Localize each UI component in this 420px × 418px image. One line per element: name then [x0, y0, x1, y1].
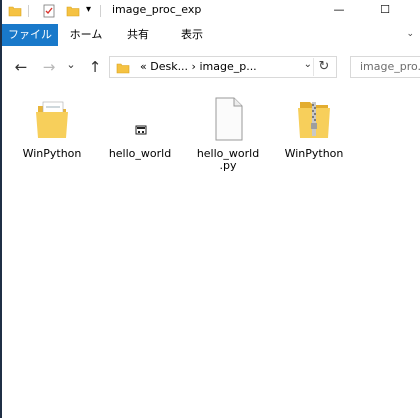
back-button[interactable]: ← — [12, 58, 30, 76]
file-name: hello_world — [108, 147, 172, 160]
file-item-hello-world-py[interactable]: hello_world .py — [186, 96, 270, 172]
quick-access-dropdown-icon[interactable]: ▾ — [86, 4, 91, 15]
ribbon-expand-icon[interactable]: ⌄ — [406, 29, 414, 39]
file-extension: .py — [219, 159, 237, 172]
forward-button[interactable]: → — [40, 58, 58, 76]
divider — [100, 5, 101, 17]
folder-icon — [116, 60, 130, 79]
blank-file-icon — [210, 96, 246, 142]
tab-view[interactable]: 表示 — [168, 24, 216, 46]
divider — [28, 5, 29, 17]
new-folder-icon[interactable] — [66, 3, 80, 22]
tab-file[interactable]: ファイル — [2, 24, 58, 46]
navigation-bar: ← → ⌄ ↑ « Desk... › image_p... ⌄ ↻ image… — [2, 52, 420, 82]
recent-locations-icon[interactable]: ⌄ — [62, 56, 80, 74]
tab-home[interactable]: ホーム — [62, 24, 110, 46]
tab-share[interactable]: 共有 — [116, 24, 160, 46]
maximize-button[interactable]: ☐ — [362, 0, 408, 22]
minimize-button[interactable]: — — [316, 0, 362, 22]
file-item-hello-world-exe[interactable]: hello_world — [98, 96, 182, 160]
folder-open-document-icon — [34, 96, 70, 142]
search-input[interactable]: image_pro... — [360, 60, 420, 73]
address-dropdown-icon[interactable]: ⌄ — [304, 59, 312, 70]
file-item-winpython-zip[interactable]: WinPython — [272, 96, 356, 160]
refresh-button[interactable]: ↻ — [313, 58, 334, 76]
up-button[interactable]: ↑ — [86, 58, 104, 76]
file-list: WinPython hello_world hello_world .py Wi… — [2, 88, 420, 418]
window-title: image_proc_exp — [112, 3, 202, 16]
executable-icon — [122, 96, 158, 142]
file-name: WinPython — [284, 147, 344, 160]
search-box[interactable]: image_pro... — [350, 56, 420, 78]
title-bar: ▾ image_proc_exp — ☐ — [2, 0, 420, 22]
file-name: WinPython — [22, 147, 82, 160]
address-path[interactable]: « Desk... › image_p... — [140, 60, 257, 73]
zip-folder-icon — [296, 96, 332, 142]
file-item-winpython-folder[interactable]: WinPython — [10, 96, 94, 160]
ribbon-tabs: ファイル ホーム 共有 表示 ⌄ — [2, 24, 420, 46]
properties-icon[interactable] — [42, 3, 56, 22]
address-bar[interactable]: « Desk... › image_p... ⌄ ↻ — [109, 56, 337, 78]
folder-icon[interactable] — [8, 3, 22, 22]
